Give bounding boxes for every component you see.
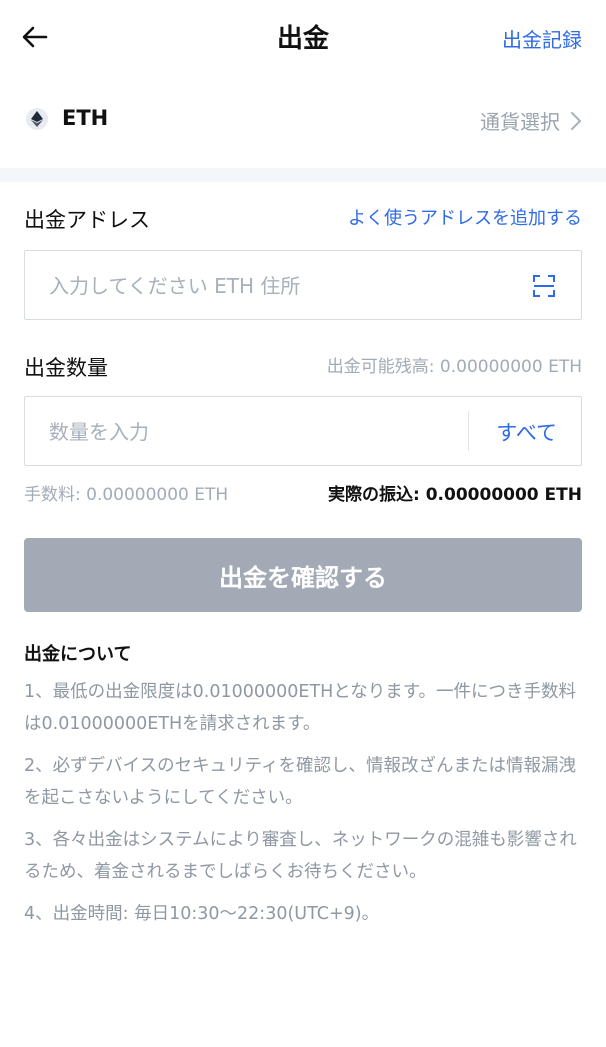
amount-input[interactable] (47, 397, 451, 467)
header-bar: 出金 出金記録 (0, 0, 606, 76)
amount-field-container: すべて (24, 396, 582, 467)
amount-field-separator (468, 411, 469, 451)
add-frequent-address-link[interactable]: よく使うアドレスを追加する (348, 204, 582, 230)
chevron-right-icon (571, 111, 581, 130)
address-input[interactable] (47, 251, 521, 321)
note-item: 4、出金時間: 毎日10:30～22:30(UTC+9)。 (24, 904, 380, 924)
currency-symbol: ETH (62, 106, 109, 130)
actual-transfer-text: 実際の振込: 0.00000000 ETH (328, 485, 582, 505)
withdraw-all-button[interactable]: すべて (496, 417, 557, 447)
amount-label: 出金数量 (24, 356, 108, 380)
withdrawal-notes: 1、最低の出金限度は0.01000000ETHとなります。一件につき手数料は0.… (24, 676, 584, 940)
fee-text: 手数料: 0.00000000 ETH (24, 485, 229, 505)
withdrawal-history-link[interactable]: 出金記録 (502, 24, 582, 53)
ethereum-icon (26, 108, 48, 130)
note-item: 1、最低の出金限度は0.01000000ETHとなります。一件につき手数料は0.… (24, 682, 577, 734)
available-balance: 出金可能残高: 0.00000000 ETH (326, 357, 582, 377)
address-field-container (24, 250, 582, 321)
address-label: 出金アドレス (24, 208, 150, 232)
scan-icon[interactable] (533, 275, 555, 297)
note-item: 2、必ずデバイスのセキュリティを確認し、情報改ざんまたは情報漏洩を起こさないよう… (24, 756, 577, 808)
section-divider (0, 168, 606, 182)
select-currency-label: 通貨選択 (480, 110, 560, 134)
about-withdrawal-title: 出金について (24, 644, 132, 665)
confirm-withdrawal-button[interactable]: 出金を確認する (24, 538, 582, 612)
currency-row[interactable]: ETH 通貨選択 (0, 96, 606, 146)
note-item: 3、各々出金はシステムにより審査し、ネットワークの混雑も影響されるため、着金され… (24, 830, 577, 882)
select-currency-button[interactable]: 通貨選択 (480, 106, 582, 135)
